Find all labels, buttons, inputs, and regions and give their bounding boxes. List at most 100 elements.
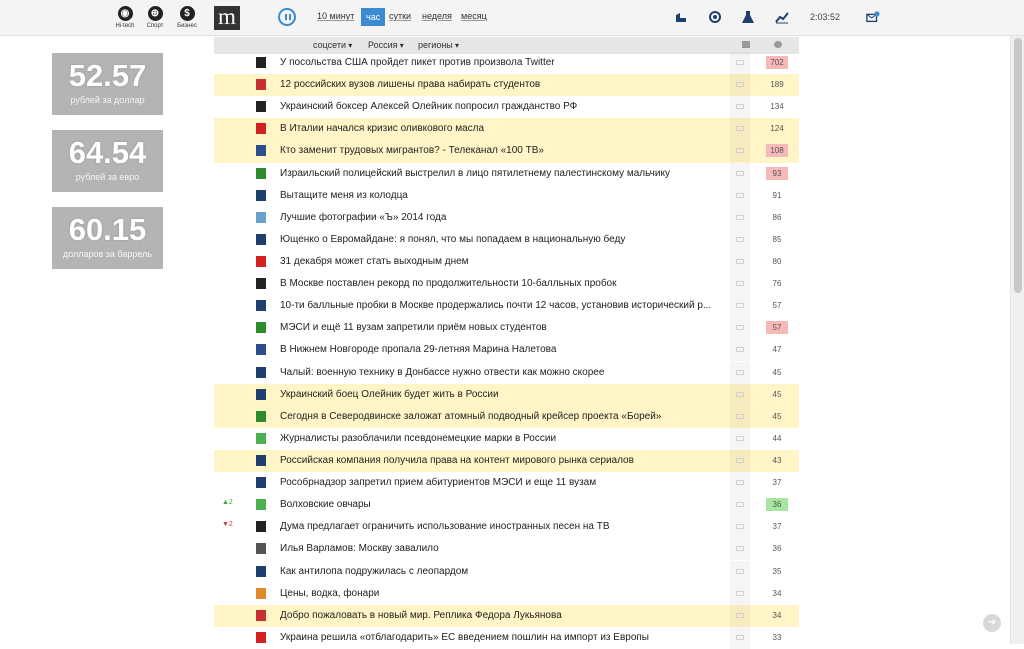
- news-row[interactable]: Добро пожаловать в новый мир. Реплика Фе…: [214, 604, 799, 627]
- comments-cell[interactable]: [730, 604, 750, 627]
- news-title[interactable]: В Италии начался кризис оливкового масла: [280, 122, 724, 136]
- comments-cell[interactable]: [730, 317, 750, 340]
- news-title[interactable]: 12 российских вузов лишены права набират…: [280, 78, 724, 92]
- news-title[interactable]: МЭСИ и ещё 11 вузам запретили приём новы…: [280, 321, 724, 335]
- news-title[interactable]: Израильский полицейский выстрелил в лицо…: [280, 167, 724, 181]
- news-row[interactable]: Сегодня в Северодвинске заложат атомный …: [214, 405, 799, 428]
- news-title[interactable]: Вытащите меня из колодца: [280, 189, 724, 203]
- news-row[interactable]: Как антилопа подружилась с леопардом 35: [214, 560, 799, 583]
- category-hitech[interactable]: ◉ Hi-tech: [112, 6, 138, 29]
- comments-cell[interactable]: [730, 206, 750, 229]
- comments-cell[interactable]: [730, 538, 750, 561]
- comments-cell[interactable]: [730, 516, 750, 539]
- comments-cell[interactable]: [730, 560, 750, 583]
- category-business[interactable]: $ Бизнес: [174, 6, 200, 29]
- period-10min[interactable]: 10 минут: [317, 11, 354, 21]
- comments-cell[interactable]: [730, 339, 750, 362]
- news-row[interactable]: Лучшие фотографии «Ъ» 2014 года 86: [214, 206, 799, 229]
- news-title[interactable]: Илья Варламов: Москву завалило: [280, 542, 724, 556]
- category-sport[interactable]: ⊕ Спорт: [142, 6, 168, 29]
- comments-cell[interactable]: [730, 228, 750, 251]
- news-row[interactable]: Украина решила «отблагодарить» ЕС введен…: [214, 626, 799, 649]
- news-row[interactable]: МЭСИ и ещё 11 вузам запретили приём новы…: [214, 317, 799, 340]
- scroll-top-icon[interactable]: ➔: [983, 614, 1001, 632]
- news-row[interactable]: Израильский полицейский выстрелил в лицо…: [214, 162, 799, 185]
- comments-cell[interactable]: [730, 250, 750, 273]
- tech-icon[interactable]: [708, 10, 722, 24]
- comments-cell[interactable]: [730, 96, 750, 119]
- news-row[interactable]: ▲2 Волховские овчары 36: [214, 494, 799, 517]
- news-title[interactable]: Цены, водка, фонари: [280, 587, 724, 601]
- news-row[interactable]: 12 российских вузов лишены права набират…: [214, 74, 799, 97]
- comments-cell[interactable]: [730, 626, 750, 649]
- news-title[interactable]: Рособрнадзор запретил прием абитуриентов…: [280, 476, 724, 490]
- news-row[interactable]: Цены, водка, фонари 34: [214, 582, 799, 605]
- period-day[interactable]: сутки: [389, 11, 411, 21]
- comments-cell[interactable]: [730, 494, 750, 517]
- filter-social[interactable]: соцсети: [313, 40, 352, 50]
- comments-cell[interactable]: [730, 273, 750, 296]
- news-title[interactable]: Дума предлагает ограничить использование…: [280, 520, 724, 534]
- comments-cell[interactable]: [730, 162, 750, 185]
- economy-chart-icon[interactable]: [775, 10, 789, 24]
- news-row[interactable]: В Нижнем Новгороде пропала 29-летняя Мар…: [214, 339, 799, 362]
- news-row[interactable]: Чалый: военную технику в Донбассе нужно …: [214, 361, 799, 384]
- news-title[interactable]: Добро пожаловать в новый мир. Реплика Фе…: [280, 609, 724, 623]
- news-row[interactable]: Украинский боксер Алексей Олейник попрос…: [214, 96, 799, 119]
- news-title[interactable]: Лучшие фотографии «Ъ» 2014 года: [280, 211, 724, 225]
- news-title[interactable]: Как антилопа подружилась с леопардом: [280, 565, 724, 579]
- comments-cell[interactable]: [730, 383, 750, 406]
- news-row[interactable]: У посольства США пройдет пикет против пр…: [214, 52, 799, 74]
- news-row[interactable]: В Москве поставлен рекорд по продолжител…: [214, 273, 799, 296]
- news-row[interactable]: ▼2 Дума предлагает ограничить использован…: [214, 516, 799, 539]
- comments-cell[interactable]: [730, 74, 750, 97]
- news-title[interactable]: Российская компания получила права на ко…: [280, 454, 724, 468]
- comments-cell[interactable]: [730, 295, 750, 318]
- comments-cell[interactable]: [730, 405, 750, 428]
- comments-cell[interactable]: [730, 118, 750, 141]
- news-title[interactable]: Ющенко о Евромайдане: я понял, что мы по…: [280, 233, 724, 247]
- news-row[interactable]: Ющенко о Евромайдане: я понял, что мы по…: [214, 228, 799, 251]
- news-title[interactable]: 10-ти балльные пробки в Москве продержал…: [280, 299, 724, 313]
- comments-cell[interactable]: [730, 52, 750, 74]
- news-row[interactable]: Российская компания получила права на ко…: [214, 449, 799, 473]
- popularity-header-icon[interactable]: [774, 41, 782, 48]
- news-title[interactable]: Кто заменит трудовых мигрантов? - Телека…: [280, 144, 724, 158]
- news-row[interactable]: В Италии начался кризис оливкового масла…: [214, 118, 799, 141]
- comments-cell[interactable]: [730, 582, 750, 605]
- news-row[interactable]: Вытащите меня из колодца 91: [214, 184, 799, 207]
- comments-cell[interactable]: [730, 449, 750, 472]
- news-title[interactable]: Волховские овчары: [280, 498, 724, 512]
- news-row[interactable]: 31 декабря может стать выходным днем 80: [214, 250, 799, 273]
- news-row[interactable]: Кто заменит трудовых мигрантов? - Телека…: [214, 140, 799, 163]
- period-hour[interactable]: час: [361, 8, 386, 26]
- comments-cell[interactable]: [730, 472, 750, 495]
- science-icon[interactable]: [741, 10, 755, 24]
- filter-regions[interactable]: регионы: [418, 40, 459, 50]
- pause-icon[interactable]: [278, 8, 296, 26]
- news-title[interactable]: В Нижнем Новгороде пропала 29-летняя Мар…: [280, 343, 724, 357]
- news-title[interactable]: В Москве поставлен рекорд по продолжител…: [280, 277, 724, 291]
- comments-cell[interactable]: [730, 427, 750, 450]
- news-title[interactable]: Украинский боец Олейник будет жить в Рос…: [280, 388, 724, 402]
- scrollbar-thumb[interactable]: [1014, 38, 1022, 293]
- news-title[interactable]: У посольства США пройдет пикет против пр…: [280, 56, 724, 70]
- news-title[interactable]: Чалый: военную технику в Донбассе нужно …: [280, 366, 724, 380]
- comments-cell[interactable]: [730, 140, 750, 163]
- auto-icon[interactable]: [674, 10, 688, 24]
- news-row[interactable]: Журналисты разоблачили псевдонемецкие ма…: [214, 427, 799, 450]
- news-row[interactable]: Украинский боец Олейник будет жить в Рос…: [214, 383, 799, 406]
- news-row[interactable]: Илья Варламов: Москву завалило 36: [214, 538, 799, 561]
- news-title[interactable]: Украинский боксер Алексей Олейник попрос…: [280, 100, 724, 114]
- filter-russia[interactable]: Россия: [368, 40, 404, 50]
- period-week[interactable]: неделя: [422, 11, 452, 21]
- site-logo[interactable]: m: [214, 5, 240, 30]
- news-title[interactable]: Журналисты разоблачили псевдонемецкие ма…: [280, 432, 724, 446]
- news-row[interactable]: 10-ти балльные пробки в Москве продержал…: [214, 295, 799, 318]
- comments-header-icon[interactable]: [742, 41, 750, 48]
- comments-cell[interactable]: [730, 184, 750, 207]
- news-title[interactable]: Украина решила «отблагодарить» ЕС введен…: [280, 631, 724, 645]
- scrollbar[interactable]: [1010, 36, 1024, 644]
- period-month[interactable]: месяц: [461, 11, 487, 21]
- news-row[interactable]: Рособрнадзор запретил прием абитуриентов…: [214, 472, 799, 495]
